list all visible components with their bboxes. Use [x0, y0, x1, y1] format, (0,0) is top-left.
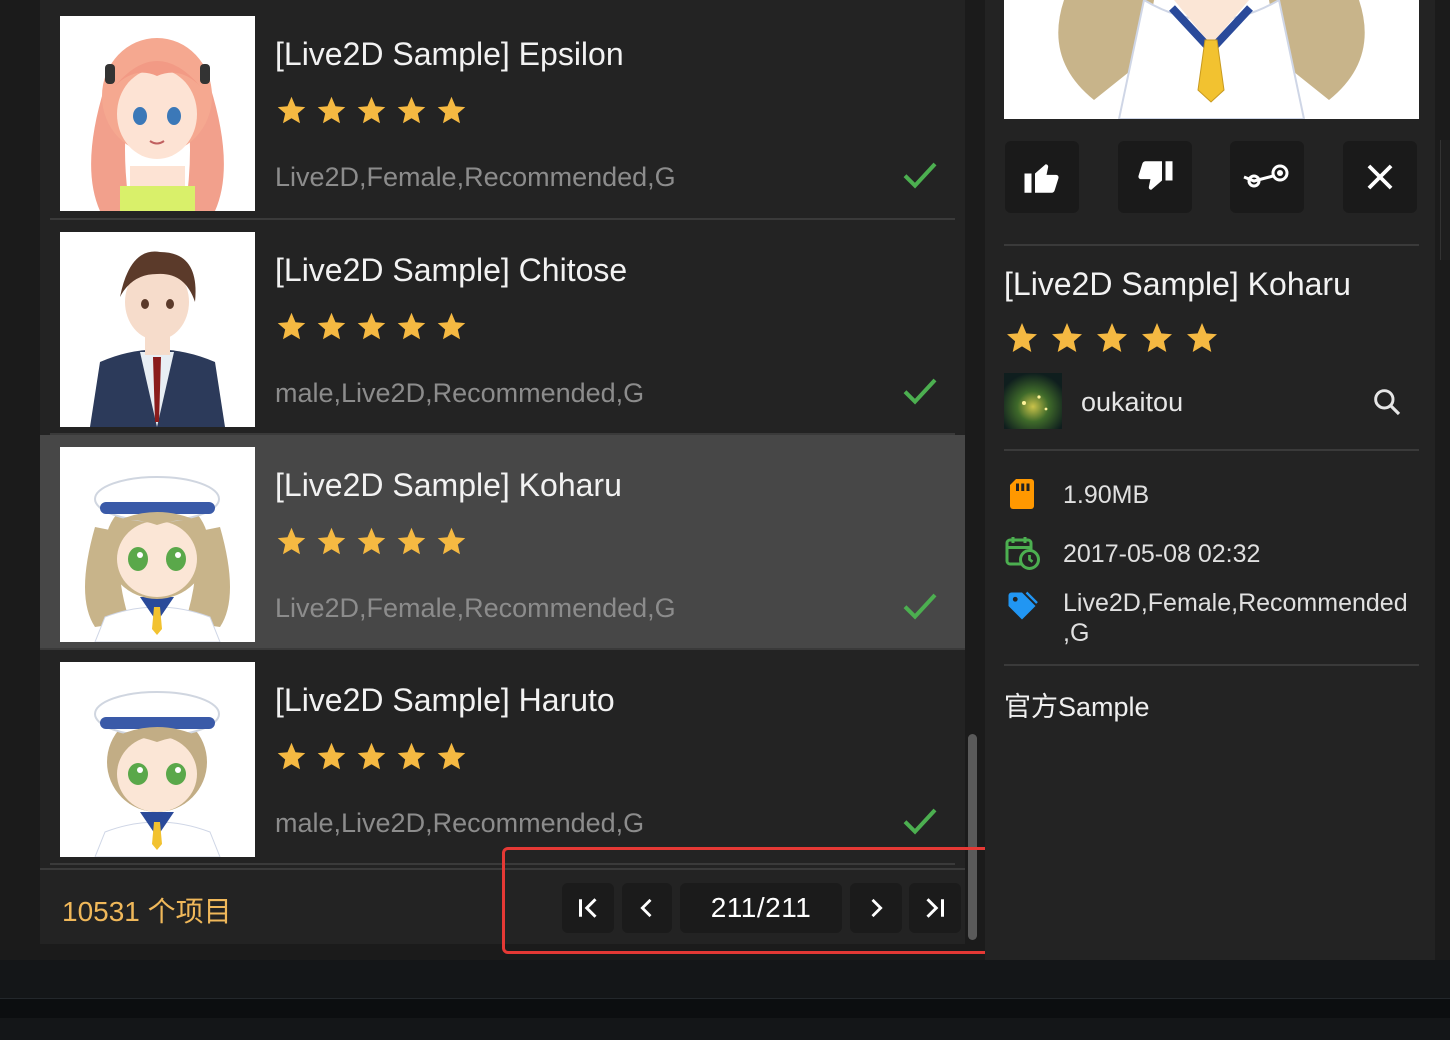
- item-thumbnail: [60, 16, 255, 211]
- rating-stars: [275, 94, 468, 127]
- item-title: [Live2D Sample] Epsilon: [275, 36, 624, 72]
- upload-date: 2017-05-08 02:32: [1063, 540, 1261, 568]
- author-avatar[interactable]: [1004, 373, 1062, 429]
- star-icon: [277, 527, 306, 555]
- preview-character-image: [1004, 0, 1419, 119]
- calendar-clock-icon: [1005, 537, 1040, 570]
- star-icon: [317, 312, 346, 340]
- like-button[interactable]: [1005, 141, 1079, 213]
- thumbs-down-icon: [1138, 161, 1173, 190]
- rating-stars: [275, 310, 468, 343]
- item-thumbnail: [60, 447, 255, 642]
- next-page-button[interactable]: [850, 883, 902, 933]
- star-icon: [397, 742, 426, 770]
- avatar-image: [1004, 373, 1062, 429]
- character-haruto-image: [60, 662, 255, 857]
- author-name[interactable]: oukaitou: [1081, 387, 1183, 418]
- check-icon: [903, 162, 937, 189]
- last-page-icon: [926, 898, 944, 918]
- star-icon: [1097, 323, 1127, 352]
- check-icon: [903, 808, 937, 835]
- item-title: [Live2D Sample] Koharu: [275, 467, 622, 503]
- chevron-right-icon: [871, 898, 883, 918]
- item-thumbnail: [60, 232, 255, 427]
- status-strip: [0, 998, 1450, 1018]
- page-indicator[interactable]: 211/211: [680, 883, 842, 933]
- detail-tags-line2: ,G: [1063, 619, 1090, 647]
- page-label: 211/211: [710, 892, 812, 923]
- close-button[interactable]: [1343, 141, 1417, 213]
- star-icon: [317, 96, 346, 124]
- star-icon: [357, 527, 386, 555]
- item-count: 10531 个项目: [62, 896, 232, 927]
- star-icon: [357, 742, 386, 770]
- first-page-icon: [579, 898, 597, 918]
- star-icon: [397, 96, 426, 124]
- character-chitose-image: [60, 232, 255, 427]
- detail-rating-stars: [1004, 320, 1220, 356]
- divider: [1004, 244, 1419, 246]
- star-icon: [357, 96, 386, 124]
- star-icon: [437, 527, 466, 555]
- file-size: 1.90MB: [1063, 481, 1150, 509]
- chevron-left-icon: [640, 898, 652, 918]
- steam-button[interactable]: [1230, 141, 1304, 213]
- list-scrollbar-thumb[interactable]: [968, 734, 977, 940]
- star-icon: [277, 96, 306, 124]
- check-icon: [903, 593, 937, 620]
- divider: [1004, 664, 1419, 666]
- star-icon: [397, 312, 426, 340]
- item-description: 官方Sample: [1004, 692, 1150, 722]
- item-list: [Live2D Sample] Epsilon Live2D,Female,Re…: [40, 0, 965, 944]
- tag-icon: [1008, 591, 1038, 620]
- star-icon: [437, 96, 466, 124]
- thumbs-up-icon: [1024, 164, 1059, 193]
- star-icon: [1142, 323, 1172, 352]
- star-icon: [1007, 323, 1037, 352]
- list-footer: 10531 个项目 211/211: [40, 868, 965, 944]
- list-item[interactable]: [Live2D Sample] Chitose male,Live2D,Reco…: [50, 220, 955, 435]
- item-tags: Live2D,Female,Recommended,G: [275, 593, 676, 623]
- item-title: [Live2D Sample] Haruto: [275, 682, 615, 718]
- prev-page-button[interactable]: [622, 883, 672, 933]
- search-icon[interactable]: [1371, 386, 1403, 418]
- star-icon: [437, 742, 466, 770]
- list-item[interactable]: [Live2D Sample] Epsilon Live2D,Female,Re…: [50, 4, 955, 220]
- star-icon: [397, 527, 426, 555]
- star-icon: [1187, 323, 1217, 352]
- close-icon: [1367, 164, 1393, 190]
- item-thumbnail: [60, 662, 255, 857]
- dislike-button[interactable]: [1118, 141, 1192, 213]
- star-icon: [1052, 323, 1082, 352]
- detail-title: [Live2D Sample] Koharu: [1004, 266, 1351, 302]
- star-icon: [277, 742, 306, 770]
- item-tags: Live2D,Female,Recommended,G: [275, 162, 676, 192]
- detail-tags-line1: Live2D,Female,Recommended: [1063, 589, 1408, 617]
- preview-image: [1004, 0, 1419, 119]
- item-tags: male,Live2D,Recommended,G: [275, 808, 645, 838]
- divider: [1004, 449, 1419, 451]
- last-page-button[interactable]: [909, 883, 961, 933]
- character-koharu-image: [60, 447, 255, 642]
- list-item-selected[interactable]: [Live2D Sample] Koharu Live2D,Female,Rec…: [40, 435, 965, 650]
- rating-stars: [275, 740, 468, 773]
- star-icon: [437, 312, 466, 340]
- item-title: [Live2D Sample] Chitose: [275, 252, 628, 288]
- star-icon: [277, 312, 306, 340]
- star-icon: [357, 312, 386, 340]
- steam-icon: [1243, 164, 1289, 188]
- first-page-button[interactable]: [562, 883, 614, 933]
- rating-stars: [275, 525, 468, 558]
- star-icon: [317, 742, 346, 770]
- star-icon: [317, 527, 346, 555]
- list-item[interactable]: [Live2D Sample] Haruto male,Live2D,Recom…: [50, 650, 955, 865]
- check-icon: [903, 378, 937, 405]
- detail-panel: [Live2D Sample] Koharu oukaitou 1.90MB 2…: [985, 0, 1435, 960]
- sd-card-icon: [1010, 479, 1034, 509]
- item-tags: male,Live2D,Recommended,G: [275, 378, 645, 408]
- window-edge: [1440, 140, 1450, 260]
- character-epsilon-image: [60, 16, 255, 211]
- app-window: [Live2D Sample] Epsilon Live2D,Female,Re…: [0, 0, 1450, 1040]
